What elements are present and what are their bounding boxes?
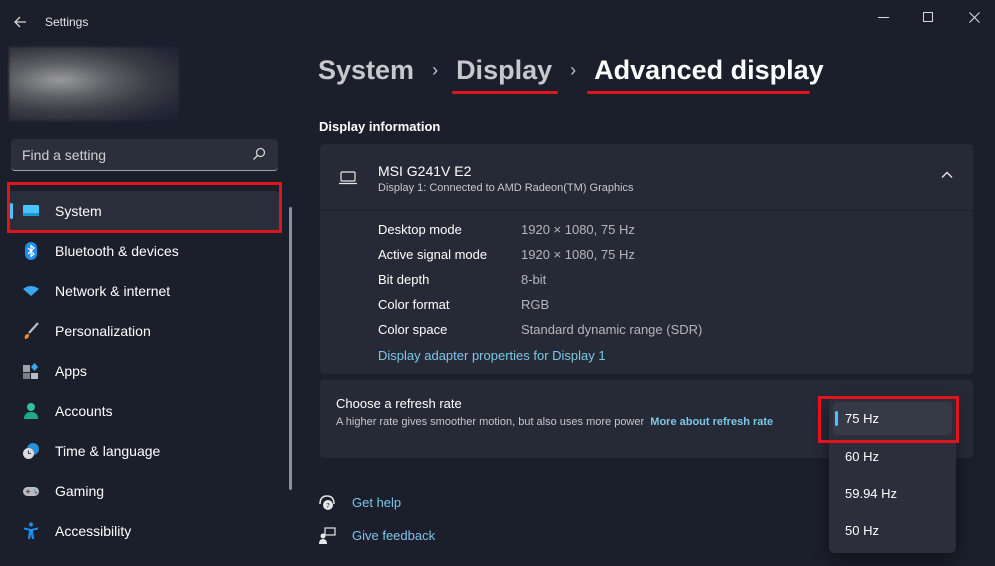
user-avatar[interactable] xyxy=(9,47,179,121)
option-label: 59.94 Hz xyxy=(845,486,898,501)
display-info-rows: Desktop mode 1920 × 1080, 75 Hz Active s… xyxy=(378,222,702,347)
sidebar-item-accessibility[interactable]: Accessibility xyxy=(8,511,280,551)
sidebar-item-network[interactable]: Network & internet xyxy=(8,271,280,311)
refresh-option-60hz[interactable]: 60 Hz xyxy=(833,440,952,473)
info-row-bit-depth: Bit depth 8-bit xyxy=(378,272,702,297)
sidebar-item-label: Time & language xyxy=(55,443,161,459)
title-bar: Settings xyxy=(0,0,995,44)
sidebar-item-label: Apps xyxy=(55,363,87,379)
sidebar-item-gaming[interactable]: Gaming xyxy=(8,471,280,511)
info-label: Color space xyxy=(378,322,448,337)
annotation-highlight-system xyxy=(7,182,282,233)
section-title-display-information: Display information xyxy=(319,119,441,134)
person-icon xyxy=(24,403,38,419)
back-arrow-icon xyxy=(14,16,26,28)
sidebar-item-bluetooth[interactable]: Bluetooth & devices xyxy=(8,231,280,271)
paintbrush-icon xyxy=(24,322,39,339)
more-about-refresh-rate-link[interactable]: More about refresh rate xyxy=(650,416,773,428)
breadcrumb-separator: › xyxy=(432,60,439,80)
app-title: Settings xyxy=(45,15,89,29)
display-info-card: MSI G241V E2 Display 1: Connected to AMD… xyxy=(320,144,973,374)
sidebar-item-accounts[interactable]: Accounts xyxy=(8,391,280,431)
sidebar-item-personalization[interactable]: Personalization xyxy=(8,311,280,351)
info-value: 1920 × 1080, 75 Hz xyxy=(521,222,635,237)
annotation-highlight-75hz xyxy=(818,396,959,443)
info-label: Active signal mode xyxy=(378,247,488,262)
minimize-icon xyxy=(877,16,889,18)
close-icon xyxy=(968,11,980,23)
breadcrumb-system[interactable]: System xyxy=(318,55,414,86)
annotation-underline-advanced-display xyxy=(587,91,810,94)
breadcrumb-separator: › xyxy=(570,60,577,80)
sidebar-item-label: Network & internet xyxy=(55,283,171,299)
info-row-desktop-mode: Desktop mode 1920 × 1080, 75 Hz xyxy=(378,222,702,247)
sidebar-item-apps[interactable]: Apps xyxy=(8,351,280,391)
sidebar-item-time-language[interactable]: Time & language xyxy=(8,431,280,471)
maximize-button[interactable] xyxy=(905,4,951,28)
sidebar-scrollbar[interactable] xyxy=(289,207,292,490)
option-label: 50 Hz xyxy=(845,523,879,538)
info-label: Desktop mode xyxy=(378,222,462,237)
refresh-rate-title: Choose a refresh rate xyxy=(336,396,462,411)
clock-globe-icon xyxy=(23,443,39,459)
breadcrumb: System › Display › Advanced display xyxy=(318,55,824,86)
breadcrumb-display[interactable]: Display xyxy=(456,55,552,86)
refresh-option-50hz[interactable]: 50 Hz xyxy=(833,514,952,547)
option-label: 60 Hz xyxy=(845,449,879,464)
search-box[interactable] xyxy=(11,139,278,171)
search-icon[interactable] xyxy=(252,147,266,161)
sidebar-item-label: Accessibility xyxy=(55,523,132,539)
refresh-rate-description-text: A higher rate gives smoother motion, but… xyxy=(336,416,645,428)
gamepad-icon xyxy=(23,487,39,496)
chevron-up-icon[interactable] xyxy=(940,168,954,182)
minimize-button[interactable] xyxy=(860,4,906,28)
display-adapter-properties-link[interactable]: Display adapter properties for Display 1 xyxy=(378,348,606,363)
search-input[interactable] xyxy=(22,147,242,163)
laptop-icon xyxy=(339,171,357,185)
sidebar-nav: System Bluetooth & devices Network & int… xyxy=(8,191,280,551)
refresh-rate-description: A higher rate gives smoother motion, but… xyxy=(336,414,806,430)
help-headset-icon: ? xyxy=(319,495,335,510)
info-row-active-signal-mode: Active signal mode 1920 × 1080, 75 Hz xyxy=(378,247,702,272)
sidebar-item-label: Accounts xyxy=(55,403,113,419)
apps-icon xyxy=(23,363,38,379)
info-value: 1920 × 1080, 75 Hz xyxy=(521,247,635,262)
monitor-connection: Display 1: Connected to AMD Radeon(TM) G… xyxy=(378,182,634,194)
sidebar-item-label: Bluetooth & devices xyxy=(55,243,179,259)
back-button[interactable] xyxy=(10,12,30,32)
info-value: RGB xyxy=(521,297,550,312)
info-value: Standard dynamic range (SDR) xyxy=(521,322,703,337)
refresh-option-59-94hz[interactable]: 59.94 Hz xyxy=(833,477,952,510)
info-label: Bit depth xyxy=(378,272,430,287)
maximize-icon xyxy=(923,12,933,23)
get-help-label: Get help xyxy=(352,495,402,510)
info-row-color-format: Color format RGB xyxy=(378,297,702,322)
sidebar-item-label: Gaming xyxy=(55,483,105,499)
close-button[interactable] xyxy=(951,4,995,28)
give-feedback-label: Give feedback xyxy=(352,528,436,543)
svg-text:?: ? xyxy=(326,502,330,510)
accessibility-icon xyxy=(24,522,38,539)
display-info-header[interactable]: MSI G241V E2 Display 1: Connected to AMD… xyxy=(320,144,973,211)
monitor-name: MSI G241V E2 xyxy=(378,163,472,179)
info-row-color-space: Color space Standard dynamic range (SDR) xyxy=(378,322,702,347)
info-label: Color format xyxy=(378,297,450,312)
sidebar-item-label: Personalization xyxy=(55,323,151,339)
annotation-underline-display xyxy=(452,91,558,94)
wifi-icon xyxy=(23,286,39,296)
page-title: Advanced display xyxy=(594,55,824,85)
info-value: 8-bit xyxy=(521,272,547,287)
bluetooth-icon xyxy=(25,242,37,260)
feedback-icon xyxy=(319,527,336,544)
